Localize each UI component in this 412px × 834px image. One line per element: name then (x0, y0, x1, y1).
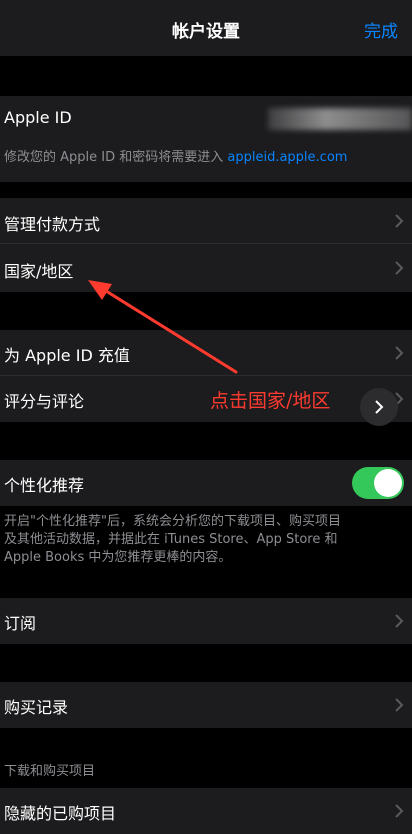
chevron-right-icon (395, 804, 404, 818)
personalized-note-line-3: Apple Books 中为您推荐更棒的内容。 (4, 550, 232, 565)
chevron-right-icon (395, 214, 404, 228)
apple-id-label: Apple ID (4, 108, 72, 127)
personalized-note-line-1: 开启"个性化推荐"后，系统会分析您的下载项目、购买项目 (4, 514, 341, 529)
toggle-knob (374, 469, 402, 497)
annotation-text: 点击国家/地区 (210, 390, 331, 412)
downloads-section-header: 下载和购买项目 (4, 764, 96, 779)
purchase-history-row[interactable]: 购买记录 (0, 682, 412, 728)
country-region-label: 国家/地区 (4, 262, 74, 281)
apple-id-note: 修改您的 Apple ID 和密码将需要进入 appleid.apple.com (4, 150, 348, 165)
done-button[interactable]: 完成 (364, 17, 398, 42)
hidden-purchases-row[interactable]: 隐藏的已购项目 (0, 788, 412, 834)
personalized-recommendations-toggle[interactable] (352, 467, 404, 499)
purchase-history-label: 购买记录 (4, 698, 69, 717)
topup-label: 为 Apple ID 充值 (4, 346, 130, 365)
appleid-link[interactable]: appleid.apple.com (227, 150, 347, 165)
apple-id-value-redacted (268, 108, 412, 130)
manage-payment-row[interactable]: 管理付款方式 (0, 198, 412, 244)
hidden-purchases-label: 隐藏的已购项目 (4, 804, 117, 823)
page-title: 帐户设置 (172, 22, 240, 42)
personalized-recommendations-row: 个性化推荐 (0, 460, 412, 506)
manage-payment-label: 管理付款方式 (4, 215, 101, 234)
ratings-reviews-label: 评分与评论 (4, 392, 85, 411)
personalized-note-line-2: 及其他活动数据，并据此在 iTunes Store、App Store 和 (4, 532, 338, 547)
chevron-right-icon (395, 346, 404, 360)
ratings-reviews-row[interactable]: 评分与评论 (0, 376, 412, 422)
apple-id-note-block: 修改您的 Apple ID 和密码将需要进入 appleid.apple.com (0, 142, 412, 182)
country-region-row[interactable]: 国家/地区 (0, 244, 412, 292)
floating-next-button[interactable] (360, 388, 398, 426)
personalized-recommendations-label: 个性化推荐 (4, 476, 85, 495)
subscriptions-label: 订阅 (4, 614, 37, 633)
subscriptions-row[interactable]: 订阅 (0, 598, 412, 644)
chevron-right-icon (395, 614, 404, 628)
chevron-right-icon (395, 698, 404, 712)
chevron-right-icon (395, 261, 404, 275)
topup-row[interactable]: 为 Apple ID 充值 (0, 330, 412, 376)
chevron-right-icon (375, 400, 384, 414)
